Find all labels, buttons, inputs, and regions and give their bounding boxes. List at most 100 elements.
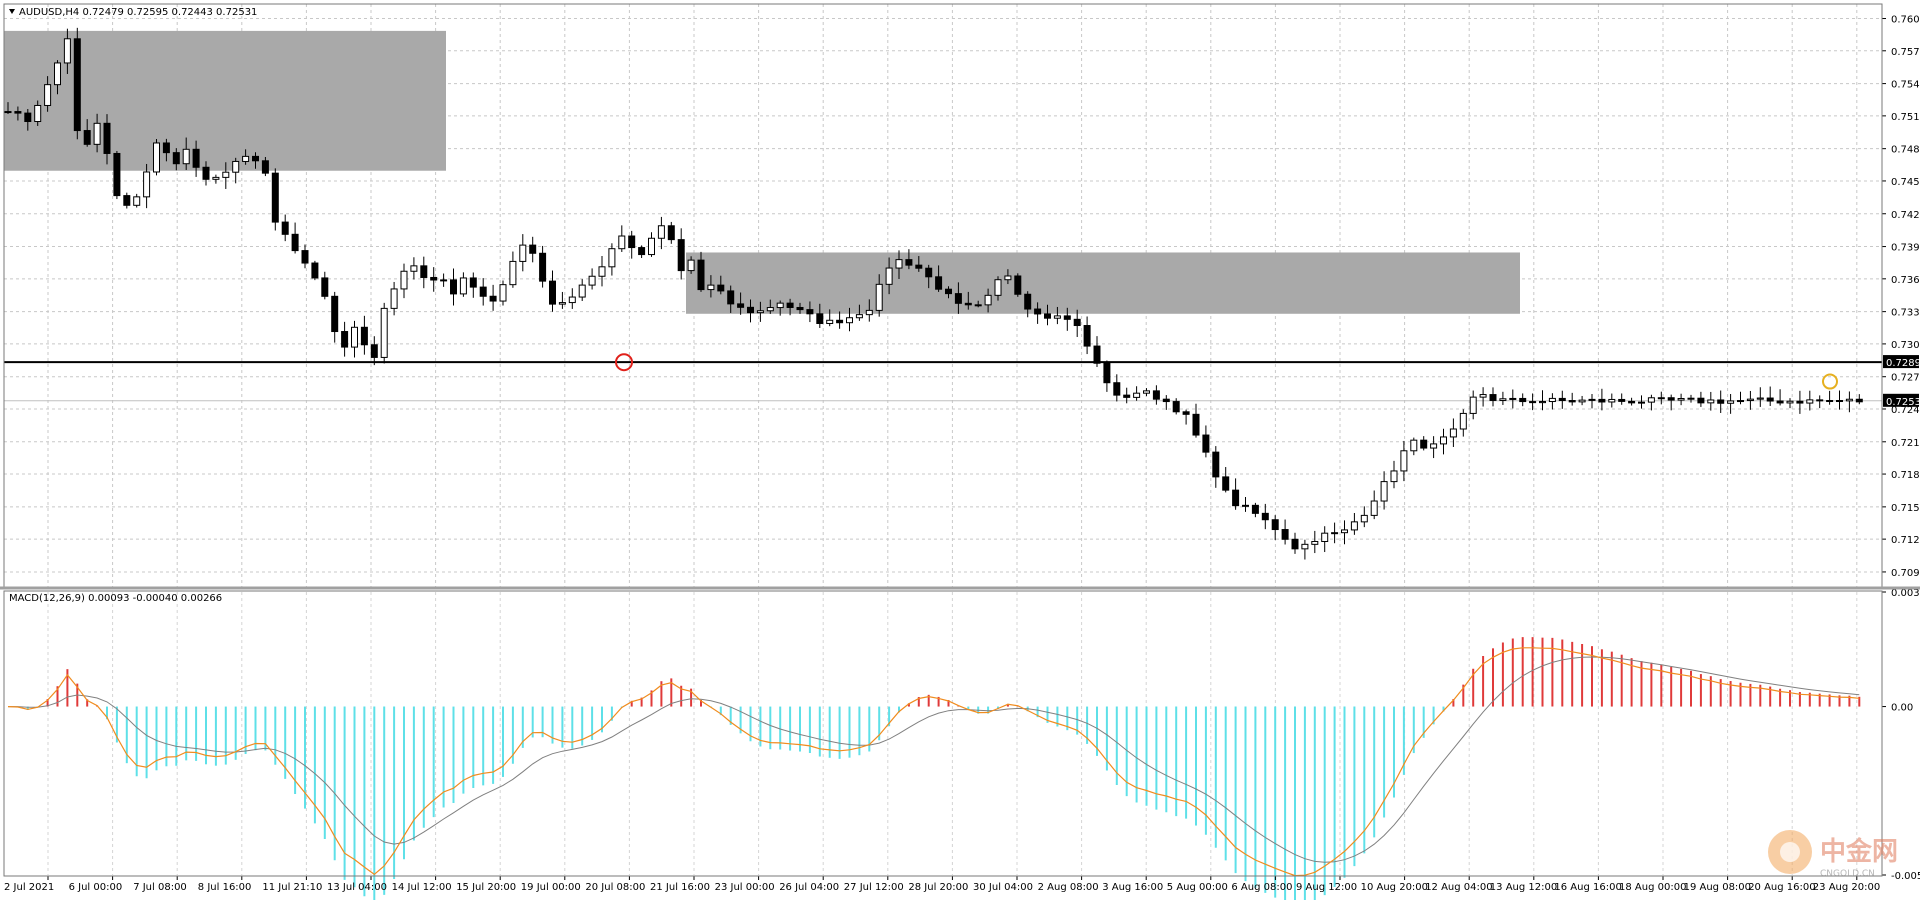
candle-body <box>1420 439 1428 449</box>
candle-body <box>1053 315 1061 319</box>
candle-body <box>1608 398 1616 403</box>
candle-body <box>4 111 12 114</box>
candle-body <box>1469 396 1477 414</box>
candle-body <box>430 276 438 281</box>
candle-body <box>618 235 626 250</box>
candle-body <box>44 84 52 106</box>
x-tick-label: 6 Jul 00:00 <box>69 882 123 893</box>
candle-body <box>459 277 467 295</box>
candle-body <box>1093 345 1101 364</box>
x-tick-label: 20 Aug 16:00 <box>1748 882 1815 893</box>
candle-body <box>1737 400 1744 403</box>
candle-body <box>519 244 527 262</box>
candle-body <box>707 284 715 291</box>
candle-body <box>727 290 735 305</box>
x-tick-label: 2 Aug 08:00 <box>1038 882 1099 893</box>
y-tick-label: 0.71850 <box>1891 470 1920 481</box>
candle-body <box>1271 519 1279 531</box>
candle-body <box>776 302 784 309</box>
candle-body <box>578 284 586 298</box>
candle-body <box>1430 443 1438 449</box>
candle-body <box>568 296 576 304</box>
candle-body <box>1539 401 1546 404</box>
candle-body <box>1172 401 1180 413</box>
candle-body <box>925 267 933 278</box>
x-tick-label: 27 Jul 12:00 <box>844 882 904 893</box>
candle-body <box>1548 397 1556 403</box>
candle-body <box>1192 413 1200 436</box>
candle-body <box>83 130 91 145</box>
candle-body <box>747 306 754 314</box>
candle-body <box>885 267 893 285</box>
x-tick-label: 28 Jul 20:00 <box>908 882 968 893</box>
candle-body <box>1707 399 1715 404</box>
candle-body <box>1034 308 1042 315</box>
candle-body <box>1776 400 1784 404</box>
candle-body <box>351 326 358 348</box>
x-tick-label: 14 Jul 12:00 <box>392 882 452 893</box>
candle-body <box>331 295 339 333</box>
candle-body <box>1598 398 1606 403</box>
candle-body <box>133 196 141 206</box>
candle-body <box>1182 411 1190 415</box>
candle-body <box>1360 514 1368 523</box>
candle-body <box>1746 398 1754 402</box>
candle-body <box>1242 504 1249 507</box>
macd-y-tick-label: -0.00544 <box>1891 871 1920 882</box>
y-tick-label: 0.74270 <box>1891 210 1920 221</box>
candle-body <box>1321 532 1329 542</box>
candle-body <box>1657 397 1665 400</box>
candle-body <box>103 122 111 154</box>
candle-body <box>1647 397 1655 403</box>
candle-body <box>974 304 982 307</box>
candle-body <box>529 244 537 254</box>
candle-body <box>301 250 309 264</box>
candle-body <box>479 286 487 297</box>
chart-canvas[interactable]: 0.76085 0.75785 0.75480 0.75180 0.74875 0.745… <box>0 0 1920 904</box>
candle-body <box>875 283 883 311</box>
x-tick-label: 5 Aug 00:00 <box>1167 882 1228 893</box>
candle-body <box>271 172 279 223</box>
candle-body <box>380 307 388 358</box>
candle-body <box>1133 392 1141 398</box>
candle-body <box>1222 476 1230 491</box>
candle-body <box>1826 400 1834 403</box>
candle-body <box>489 295 497 302</box>
candle-body <box>806 309 814 315</box>
price-zone <box>686 252 1520 314</box>
candle-body <box>281 221 289 235</box>
candle-body <box>1202 434 1210 453</box>
candle-body <box>1380 481 1388 502</box>
candle-body <box>1103 362 1111 384</box>
candle-body <box>1261 512 1269 521</box>
candle-body <box>1836 400 1843 403</box>
x-tick-label: 19 Aug 08:00 <box>1684 882 1751 893</box>
candle-body <box>826 319 834 324</box>
candle-body <box>935 276 943 290</box>
candle-body <box>420 265 428 278</box>
candle-body <box>766 307 774 312</box>
candle-body <box>212 176 220 180</box>
x-tick-label: 16 Aug 16:00 <box>1554 882 1621 893</box>
x-tick-label: 2 Jul 2021 <box>4 882 54 893</box>
candle-body <box>1024 293 1032 310</box>
y-tick-label: 0.71545 <box>1891 503 1920 514</box>
candle-body <box>1123 394 1131 398</box>
candle-body <box>1301 543 1309 550</box>
candle-body <box>202 166 210 180</box>
candle-body <box>172 152 180 165</box>
y-tick-label: 0.71245 <box>1891 535 1920 546</box>
candle-body <box>1638 401 1645 404</box>
candle-body <box>143 171 151 198</box>
candle-body <box>400 270 408 290</box>
x-tick-label: 21 Jul 16:00 <box>650 882 710 893</box>
candle-body <box>846 317 853 324</box>
candle-body <box>628 235 636 249</box>
candle-body <box>1232 489 1240 507</box>
candle-body <box>598 266 606 277</box>
candle-body <box>945 288 952 295</box>
candle-body <box>786 302 794 308</box>
y-tick-label: 0.76085 <box>1891 15 1920 26</box>
candle-body <box>588 275 596 286</box>
candle-body <box>915 264 923 269</box>
